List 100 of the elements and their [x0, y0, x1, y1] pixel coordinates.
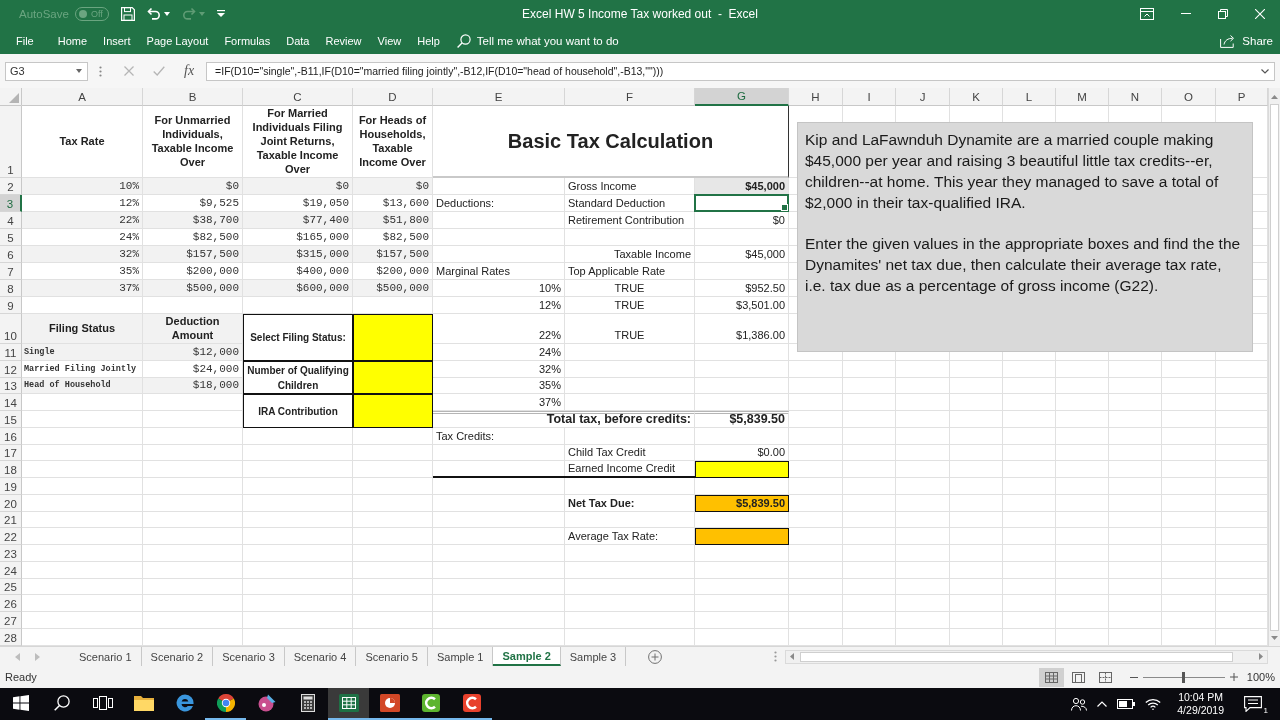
tax-rate: 22% [22, 212, 143, 229]
row-header[interactable]: 6 [0, 246, 22, 263]
zoom-in-icon[interactable] [1229, 673, 1238, 681]
scroll-down-icon[interactable] [1271, 636, 1278, 640]
column-header[interactable]: B [143, 88, 243, 106]
ribbon-tab[interactable]: Review [318, 31, 369, 50]
note-paragraph: Kip and LaFawnduh Dynamite are a married couple making $45,000 per year and raising 3 beautiful little tax credits--er, children--at home. This year they managed to save a total of $2,000 in their tax-qualified IRA. [805, 130, 1220, 213]
scroll-up-icon[interactable] [1271, 95, 1278, 99]
row-header[interactable]: 10 [0, 314, 22, 344]
input-field[interactable] [353, 394, 433, 428]
input-field[interactable] [353, 360, 433, 395]
column-header[interactable]: A [22, 88, 143, 106]
ribbon-tab[interactable]: Help [410, 31, 447, 50]
ribbon-tab[interactable]: Page Layout [139, 31, 216, 50]
answer-field[interactable] [695, 528, 789, 545]
ribbon-tab[interactable]: File [9, 31, 41, 50]
wifi-icon[interactable] [1145, 698, 1162, 710]
formula-field[interactable]: =IF(D10="single",-B11,IF(D10="married filing jointly",-B12,IF(D10="head of household",-B13,""))) [206, 61, 1275, 81]
column-header[interactable]: P [1216, 88, 1268, 106]
search-icon [53, 695, 70, 711]
normal-view-icon[interactable] [1038, 667, 1064, 687]
customize-icon[interactable] [216, 10, 225, 17]
column-header[interactable]: D [353, 88, 433, 106]
clock-time[interactable]: 10:04 PM [1178, 691, 1224, 704]
row-header[interactable]: 18 [0, 461, 22, 478]
name-box[interactable]: G3 [5, 61, 88, 81]
column-header[interactable]: J [896, 88, 950, 106]
row-header[interactable]: 9 [0, 297, 22, 314]
taskbar-button[interactable] [328, 688, 369, 720]
column-header[interactable]: I [843, 88, 896, 106]
scroll-thumb[interactable] [800, 651, 1233, 662]
ribbon-tab[interactable]: Insert [96, 31, 138, 50]
zoom-level[interactable]: 100% [1246, 671, 1275, 683]
row-header[interactable]: 2 [0, 178, 22, 195]
row-header[interactable]: 1 [0, 106, 22, 178]
expand-caret-icon[interactable] [1261, 68, 1269, 74]
row-header[interactable]: 22 [0, 528, 22, 545]
column-header[interactable]: M [1056, 88, 1109, 106]
ribbon-tab[interactable]: Formulas [217, 31, 278, 50]
column-header[interactable]: C [243, 88, 353, 106]
ribbon-display-icon[interactable] [1140, 7, 1154, 20]
tell-me-field[interactable]: Tell me what you want to do [476, 32, 667, 49]
horizontal-scrollbar[interactable] [785, 649, 1268, 664]
scroll-thumb[interactable] [1270, 104, 1279, 631]
column-header[interactable]: F [565, 88, 695, 106]
column-header[interactable]: L [1003, 88, 1056, 106]
row-header[interactable]: 8 [0, 280, 22, 297]
chevron-up-icon[interactable] [1097, 701, 1108, 707]
grip-icon[interactable] [774, 651, 777, 662]
task-view-icon [92, 696, 113, 710]
row-header[interactable]: 26 [0, 595, 22, 612]
notification-icon[interactable] [1244, 696, 1262, 712]
ribbon-tab[interactable]: View [370, 31, 409, 50]
note-paragraph: Enter the given values in the appropriate boxes and find the the Dynamites' net tax due, then calculate their average tax rate, i.e. tax due as a percentage of gross income (G22). [805, 234, 1242, 296]
battery-icon[interactable] [1117, 699, 1136, 709]
row-header[interactable]: 11 [0, 344, 22, 361]
row-header[interactable]: 4 [0, 212, 22, 229]
share-button[interactable]: Share [1218, 31, 1275, 50]
column-header[interactable]: E [433, 88, 565, 106]
column-header[interactable]: H [789, 88, 843, 106]
scroll-left-icon[interactable] [790, 653, 794, 660]
input-label: Select Filing Status: [243, 314, 353, 361]
sheet-tab[interactable]: Sample 2 [493, 647, 561, 666]
new-sheet-icon[interactable] [648, 649, 663, 664]
row-header[interactable]: 5 [0, 229, 22, 246]
row-header[interactable]: 23 [0, 545, 22, 562]
restore-icon[interactable] [1218, 8, 1228, 19]
row-header[interactable]: 7 [0, 263, 22, 280]
grip-icon [99, 65, 102, 77]
row-header[interactable]: 19 [0, 478, 22, 495]
people-icon[interactable] [1071, 697, 1088, 711]
column-header[interactable]: O [1162, 88, 1216, 106]
income-threshold: $315,000 [243, 246, 353, 263]
slider-thumb[interactable] [1182, 671, 1186, 683]
status-text: Ready [5, 671, 37, 683]
close-icon[interactable] [1255, 8, 1265, 19]
row-header[interactable]: 3 [0, 195, 22, 212]
column-header[interactable]: G [695, 88, 789, 106]
row-header[interactable]: 14 [0, 394, 22, 411]
row-header[interactable]: 27 [0, 612, 22, 629]
input-field[interactable] [695, 461, 789, 478]
ribbon-tab[interactable]: Home [50, 31, 95, 50]
start-icon [12, 695, 29, 711]
undo-icon[interactable] [146, 7, 161, 20]
caret-icon[interactable] [76, 69, 82, 73]
caret-icon[interactable] [163, 11, 170, 16]
clock-date[interactable]: 4/29/2019 [1177, 704, 1224, 717]
share-icon[interactable] [1220, 33, 1237, 48]
insert-function-button[interactable]: fx [184, 63, 195, 79]
search-icon[interactable] [456, 33, 471, 48]
ribbon-tab[interactable]: Data [279, 31, 317, 50]
input-field[interactable] [353, 314, 433, 361]
column-header[interactable]: N [1109, 88, 1162, 106]
column-header[interactable]: K [950, 88, 1003, 106]
save-icon[interactable] [120, 6, 135, 21]
row-header[interactable]: 15 [0, 411, 22, 428]
scroll-right-icon[interactable] [1259, 653, 1263, 660]
vertical-scrollbar[interactable] [1268, 88, 1280, 646]
sheet-title: Basic Tax Calculation [433, 106, 789, 178]
selected-cell[interactable] [694, 194, 789, 212]
